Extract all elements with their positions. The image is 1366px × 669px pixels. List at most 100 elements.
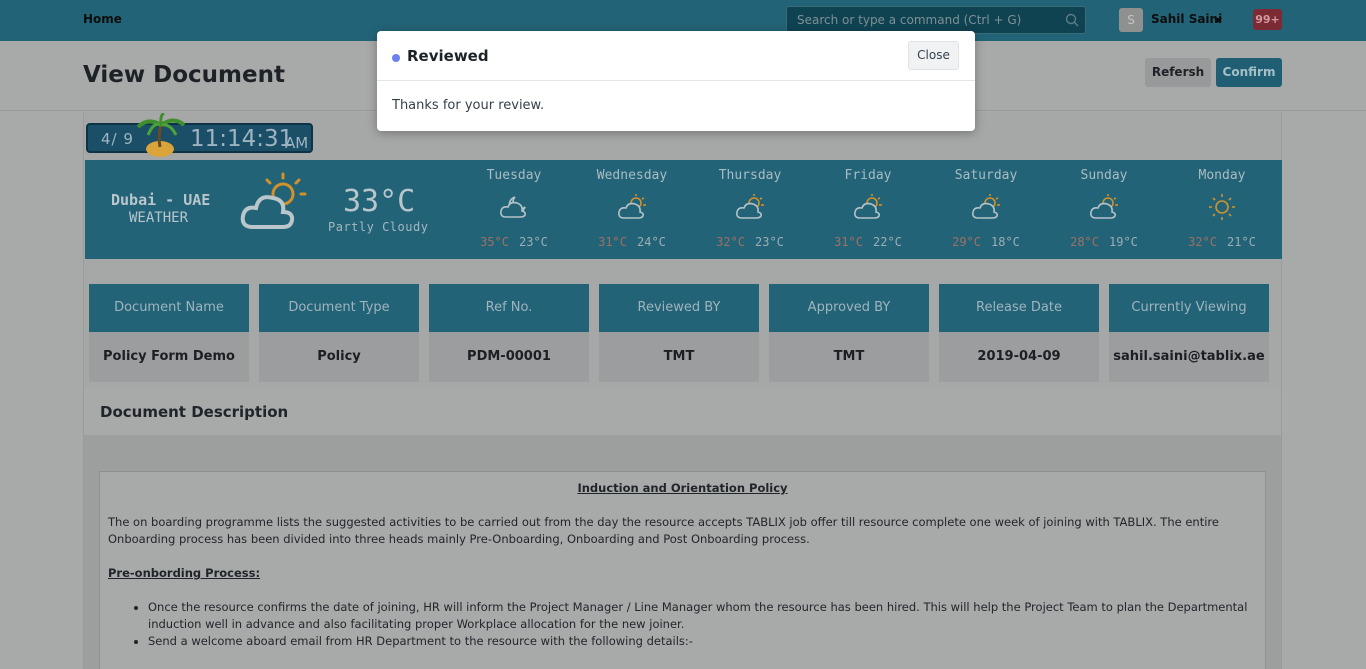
clock-ampm: AM	[285, 134, 309, 152]
doc-column-value: PDM-00001	[429, 332, 589, 382]
list-item: Once the resource confirms the date of j…	[148, 599, 1257, 633]
weather-label: WEATHER	[129, 210, 189, 226]
document-bullet-list: Once the resource confirms the date of j…	[148, 599, 1257, 650]
forecast-temps: 35°C 23°C	[455, 235, 573, 249]
cloud-sun-icon	[618, 194, 646, 219]
cloud-sun-icon	[972, 194, 1000, 219]
doc-column-value: 2019-04-09	[939, 332, 1099, 382]
dialog-message: Thanks for your review.	[392, 98, 545, 113]
forecast-day-name: Sunday	[1080, 168, 1128, 183]
doc-column-value: Policy	[259, 332, 419, 382]
doc-column: Reviewed BY TMT	[599, 284, 759, 382]
status-dot-icon	[392, 54, 400, 62]
forecast-low: 21°C	[1227, 235, 1256, 249]
doc-column: Document Name Policy Form Demo	[89, 284, 249, 382]
search-icon[interactable]	[1065, 13, 1079, 27]
forecast-high: 28°C	[1070, 235, 1099, 249]
doc-column: Release Date 2019-04-09	[939, 284, 1099, 382]
doc-column: Currently Viewing sahil.saini@tablix.ae	[1109, 284, 1269, 382]
doc-column-value: Policy Form Demo	[89, 332, 249, 382]
forecast-day: Monday 32°C 21°C	[1163, 160, 1281, 259]
avatar[interactable]: S	[1119, 8, 1143, 32]
doc-column: Ref No. PDM-00001	[429, 284, 589, 382]
close-button[interactable]: Close	[908, 41, 959, 70]
dialog-header: Reviewed Close	[377, 31, 975, 81]
doc-column-header: Reviewed BY	[599, 284, 759, 332]
forecast-low: 23°C	[755, 235, 784, 249]
weather-condition: Partly Cloudy	[328, 220, 429, 234]
forecast-day-name: Monday	[1198, 168, 1246, 183]
user-menu[interactable]: Sahil Saini	[1151, 12, 1222, 26]
weather-temperature: 33°C	[343, 184, 416, 219]
reviewed-dialog: Reviewed Close Thanks for your review.	[377, 31, 975, 131]
forecast-temps: 28°C 19°C	[1045, 235, 1163, 249]
forecast-low: 18°C	[991, 235, 1020, 249]
forecast-day: Tuesday 35°C 23°C	[455, 160, 573, 259]
document-body: Induction and Orientation Policy The on …	[99, 471, 1266, 669]
forecast-high: 31°C	[598, 235, 627, 249]
forecast-low: 24°C	[637, 235, 666, 249]
forecast-temps: 31°C 24°C	[573, 235, 691, 249]
forecast-temps: 32°C 23°C	[691, 235, 809, 249]
forecast-day: Wednesday 31°C 24°C	[573, 160, 691, 259]
doc-column-value: TMT	[599, 332, 759, 382]
forecast-day-name: Friday	[844, 168, 892, 183]
clock-date: 4/ 9	[101, 130, 134, 148]
main-content: 4/ 9 11:14:31 AM Dubai - UAE WEATHER 33°	[83, 112, 1282, 669]
forecast-temps: 29°C 18°C	[927, 235, 1045, 249]
forecast-high: 29°C	[952, 235, 981, 249]
doc-column: Document Type Policy	[259, 284, 419, 382]
confirm-button[interactable]: Confirm	[1216, 58, 1282, 87]
forecast-day: Thursday 32°C 23°C	[691, 160, 809, 259]
forecast-low: 19°C	[1109, 235, 1138, 249]
document-heading: Induction and Orientation Policy	[577, 481, 788, 495]
search-box[interactable]	[786, 6, 1086, 34]
doc-column: Approved BY TMT	[769, 284, 929, 382]
palm-tree-icon	[136, 113, 186, 157]
forecast-day-name: Wednesday	[596, 168, 668, 183]
forecast-temps: 31°C 22°C	[809, 235, 927, 249]
forecast-low: 22°C	[873, 235, 902, 249]
doc-column-header: Document Name	[89, 284, 249, 332]
description-header: Document Description	[84, 387, 1281, 435]
cloud-sun-icon	[736, 194, 764, 219]
search-input[interactable]	[787, 7, 1057, 33]
doc-column-header: Ref No.	[429, 284, 589, 332]
document-intro: The on boarding programme lists the sugg…	[108, 515, 1219, 546]
forecast-day-name: Thursday	[718, 168, 782, 183]
clock-time: 11:14:31	[190, 126, 294, 152]
doc-column-header: Currently Viewing	[1109, 284, 1269, 332]
forecast-day-name: Saturday	[954, 168, 1018, 183]
forecast-low: 23°C	[519, 235, 548, 249]
forecast-day-name: Tuesday	[486, 168, 542, 183]
doc-column-header: Document Type	[259, 284, 419, 332]
weather-widget: Dubai - UAE WEATHER 33°C Partly Cloudy T…	[85, 160, 1282, 259]
doc-column-value: sahil.saini@tablix.ae	[1109, 332, 1269, 382]
refresh-button[interactable]: Refersh	[1145, 58, 1211, 87]
chevron-down-icon[interactable]	[1214, 18, 1222, 23]
doc-column-header: Approved BY	[769, 284, 929, 332]
forecast-high: 32°C	[716, 235, 745, 249]
weather-city: Dubai - UAE	[111, 191, 211, 209]
forecast-day: Saturday 29°C 18°C	[927, 160, 1045, 259]
sun-icon	[1209, 194, 1235, 220]
notification-badge[interactable]: 99+	[1253, 9, 1282, 30]
forecast-day: Friday 31°C 22°C	[809, 160, 927, 259]
cloud-sun-icon	[1090, 194, 1118, 219]
dialog-title: Reviewed	[407, 47, 489, 65]
cloud-moon-icon	[500, 196, 526, 218]
forecast-high: 31°C	[834, 235, 863, 249]
clock-widget: 4/ 9 11:14:31 AM	[86, 113, 313, 157]
page-title: View Document	[83, 62, 285, 88]
forecast-high: 35°C	[480, 235, 509, 249]
forecast-day: Sunday 28°C 19°C	[1045, 160, 1163, 259]
cloud-sun-icon	[240, 172, 307, 229]
document-subheading: Pre-onbording Process:	[108, 566, 261, 580]
cloud-sun-icon	[854, 194, 882, 219]
forecast-high: 32°C	[1188, 235, 1217, 249]
doc-column-header: Release Date	[939, 284, 1099, 332]
description-title: Document Description	[100, 403, 289, 421]
doc-column-value: TMT	[769, 332, 929, 382]
forecast-temps: 32°C 21°C	[1163, 235, 1281, 249]
home-link[interactable]: Home	[83, 12, 122, 26]
